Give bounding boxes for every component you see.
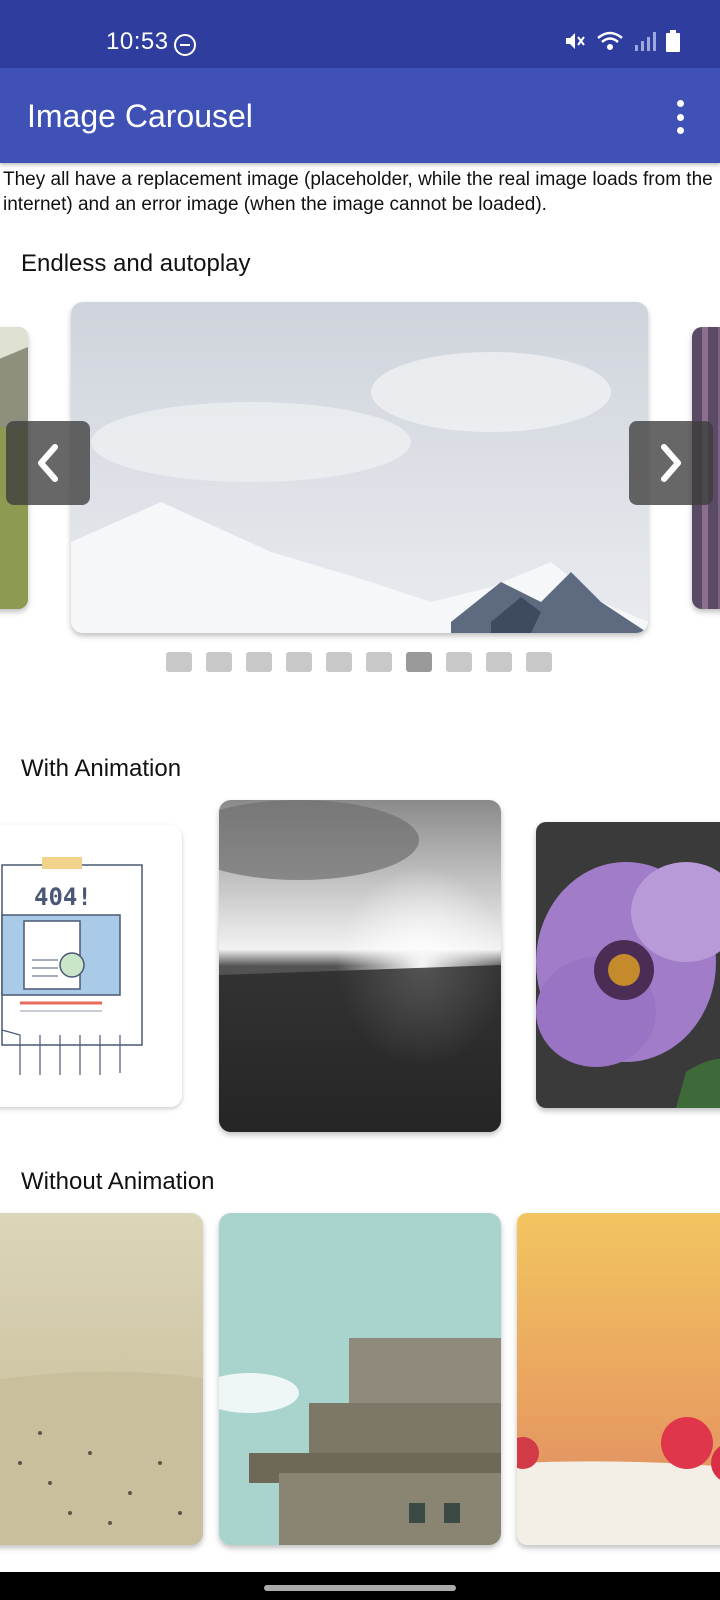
page-title: Image Carousel [27,98,253,134]
no-animation-next-image[interactable] [517,1213,720,1545]
chevron-right-icon [661,444,681,482]
error-image-404[interactable]: 404! [0,825,182,1107]
carousel-indicator[interactable] [166,652,192,672]
carousel-indicator[interactable] [326,652,352,672]
carousel-indicator[interactable] [206,652,232,672]
status-time: 10:53 [106,28,169,55]
carousel-indicator[interactable] [446,652,472,672]
carousel-prev-button[interactable] [6,421,90,505]
mute-icon [566,33,585,49]
chevron-left-icon [38,444,58,482]
carousel-indicator-active[interactable] [406,652,432,672]
carousel-indicator[interactable] [246,652,272,672]
gesture-handle[interactable] [264,1585,456,1591]
animation-next-image[interactable] [536,822,720,1108]
no-animation-main-image[interactable] [219,1213,501,1545]
status-icons [564,30,680,52]
animation-main-image[interactable] [219,800,501,1132]
more-vert-icon[interactable] [668,100,692,134]
app-bar: Image Carousel [0,68,720,163]
carousel-indicator[interactable] [526,652,552,672]
no-animation-prev-image[interactable] [0,1213,203,1545]
carousel-next-button[interactable] [629,421,713,505]
section-title-endless: Endless and autoplay [21,250,251,277]
battery-icon [666,30,680,52]
carousel-indicators [166,652,552,672]
wifi-icon [597,31,623,50]
section-title-animation: With Animation [21,755,182,782]
do-not-disturb-icon [174,34,196,56]
carousel-indicator[interactable] [486,652,512,672]
status-bar: 10:53 [0,0,720,68]
section-title-no-animation: Without Animation [21,1168,215,1195]
carousel-indicator[interactable] [366,652,392,672]
carousel-main-image[interactable] [71,302,648,633]
error-404-text: 404! [34,883,92,911]
carousel-indicator[interactable] [286,652,312,672]
intro-text: They all have a replacement image (place… [3,169,713,215]
signal-icon [635,32,656,51]
